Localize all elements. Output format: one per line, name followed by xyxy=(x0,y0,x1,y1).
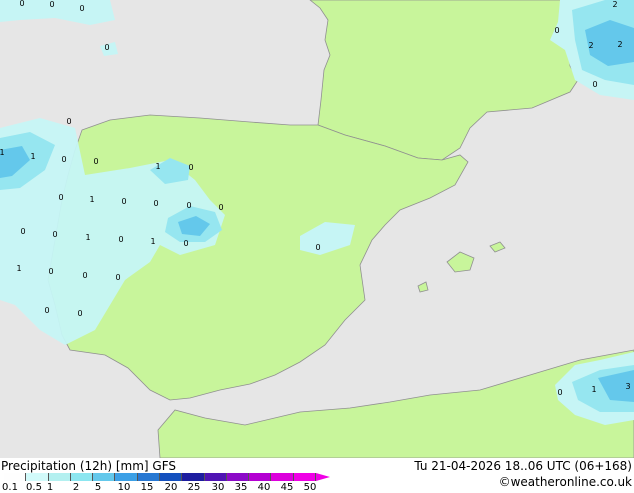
scale-tick-label: 40 xyxy=(257,482,271,493)
scale-segment xyxy=(204,473,227,481)
precip-value: 1 xyxy=(16,264,21,273)
precip-value: 0 xyxy=(44,306,49,315)
precip-value: 0 xyxy=(66,117,71,126)
precip-value: 2 xyxy=(612,0,617,9)
precip-value: 3 xyxy=(625,382,630,391)
precip-value: 0 xyxy=(82,271,87,280)
scale-tick-label: 1 xyxy=(46,482,54,493)
scale-tick-label: 35 xyxy=(234,482,248,493)
precip-value: 2 xyxy=(617,40,622,49)
precipitation-map: 0 0 0 0 2 0 2 2 0 0 1 1 0 0 1 0 0 1 0 0 0 0 0 0 1 0 1 0 0 1 0 0 0 0 0 0 1 3 xyxy=(0,0,634,458)
precip-value: 0 xyxy=(557,388,562,397)
scale-segment xyxy=(160,473,183,481)
scale-tick-label: 0.5 xyxy=(26,482,42,493)
precip-value: 2 xyxy=(588,41,593,50)
credit-link[interactable]: ©weatheronline.co.uk xyxy=(499,475,632,489)
precip-value: 0 xyxy=(77,309,82,318)
scale-segment xyxy=(249,473,272,481)
precip-value: 0 xyxy=(218,203,223,212)
precip-value: 0 xyxy=(186,201,191,210)
precip-value: 0 xyxy=(61,155,66,164)
scale-tick-label: 15 xyxy=(140,482,154,493)
scale-tick-label: 20 xyxy=(164,482,178,493)
precip-value: 0 xyxy=(315,243,320,252)
scale-segment xyxy=(271,473,294,481)
precip-value: 0 xyxy=(153,199,158,208)
precip-value: 1 xyxy=(89,195,94,204)
scale-tick-label: 25 xyxy=(187,482,201,493)
scale-tick-label: 45 xyxy=(280,482,294,493)
precip-value: 0 xyxy=(104,43,109,52)
scale-segment xyxy=(93,473,116,481)
precip-value: 0 xyxy=(19,0,24,8)
precip-value: 1 xyxy=(155,162,160,171)
scale-segment xyxy=(4,473,27,481)
precip-value: 1 xyxy=(30,152,35,161)
scale-segment xyxy=(293,473,316,481)
precip-value: 0 xyxy=(121,197,126,206)
scale-segment xyxy=(137,473,160,481)
scale-tick-label: 30 xyxy=(211,482,225,493)
color-scale xyxy=(4,473,330,481)
scale-tick-label: 10 xyxy=(117,482,131,493)
scale-tick-label: 50 xyxy=(303,482,317,493)
precip-value: 0 xyxy=(592,80,597,89)
precip-value: 0 xyxy=(48,267,53,276)
precip-value: 0 xyxy=(118,235,123,244)
scale-segment xyxy=(226,473,250,481)
precip-value: 1 xyxy=(150,237,155,246)
precip-value: 1 xyxy=(0,148,5,157)
precip-value: 0 xyxy=(188,163,193,172)
precip-value: 1 xyxy=(85,233,90,242)
precip-value: 0 xyxy=(20,227,25,236)
scale-segment xyxy=(70,473,94,481)
precip-value: 1 xyxy=(591,385,596,394)
precip-value: 0 xyxy=(79,4,84,13)
precip-value: 0 xyxy=(49,0,54,9)
precip-value: 0 xyxy=(93,157,98,166)
precip-value: 0 xyxy=(115,273,120,282)
scale-tick-label: 5 xyxy=(94,482,102,493)
scale-segment xyxy=(115,473,138,481)
scale-segment xyxy=(26,473,49,481)
scale-segment xyxy=(182,473,205,481)
scale-tick-label: 2 xyxy=(72,482,80,493)
precip-value: 0 xyxy=(52,230,57,239)
precip-value: 0 xyxy=(554,26,559,35)
forecast-datetime: Tu 21-04-2026 18..06 UTC (06+168) xyxy=(414,459,632,473)
scale-segment xyxy=(48,473,71,481)
scale-arrow xyxy=(316,473,330,481)
precip-value: 0 xyxy=(58,193,63,202)
precip-value: 0 xyxy=(183,239,188,248)
scale-tick-label: 0.1 xyxy=(2,482,18,493)
map-title: Precipitation (12h) [mm] GFS xyxy=(1,459,177,473)
